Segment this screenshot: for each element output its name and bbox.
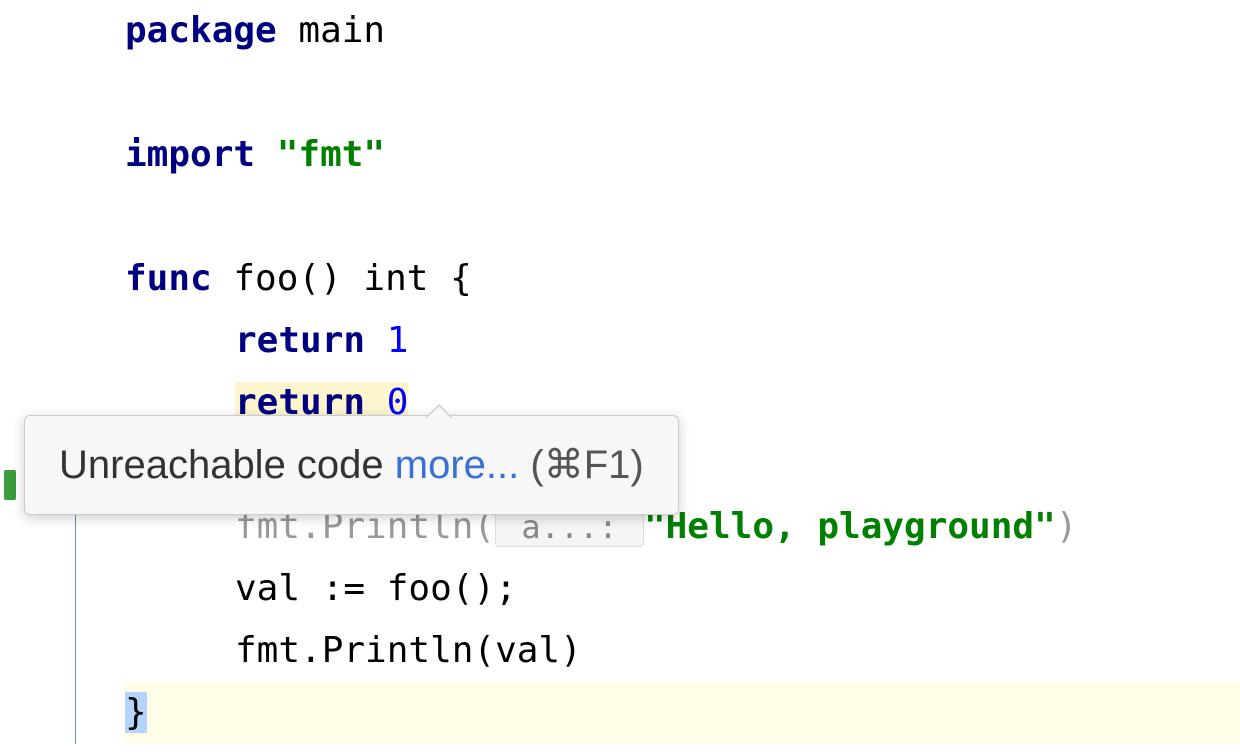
keyword-import: import xyxy=(125,134,255,175)
code-line[interactable]: fmt.Println(val) xyxy=(125,620,1240,682)
code-line[interactable]: package main xyxy=(125,0,1240,62)
code-line-current[interactable]: } xyxy=(125,682,1240,744)
keyword-return: return xyxy=(235,320,365,361)
code-line[interactable]: val := foo(); xyxy=(125,558,1240,620)
string-fmt: "fmt" xyxy=(277,134,385,175)
gutter-change-marker xyxy=(4,470,16,500)
space xyxy=(255,134,277,175)
number-literal: 1 xyxy=(387,320,409,361)
func-signature: foo() int { xyxy=(212,258,472,299)
space xyxy=(365,320,387,361)
identifier-main: main xyxy=(277,10,385,51)
code-line-blank[interactable] xyxy=(125,62,1240,124)
tooltip-message: Unreachable code xyxy=(59,443,395,487)
val-assignment: val := foo(); xyxy=(235,568,517,609)
close-brace-selected: } xyxy=(125,692,147,733)
keyword-package: package xyxy=(125,10,277,51)
code-line-blank[interactable] xyxy=(125,186,1240,248)
gutter-guide xyxy=(75,475,76,744)
keyword-func: func xyxy=(125,258,212,299)
string-hello: "Hello, playground" xyxy=(644,506,1056,547)
code-line[interactable]: import "fmt" xyxy=(125,124,1240,186)
code-line[interactable]: return 1 xyxy=(125,310,1240,372)
code-editor[interactable]: package main import "fmt" func foo() int… xyxy=(0,0,1240,744)
inspection-tooltip[interactable]: Unreachable code more... (⌘F1) xyxy=(24,415,679,515)
code-line[interactable]: func foo() int { xyxy=(125,248,1240,310)
close-paren: ) xyxy=(1056,506,1078,547)
tooltip-shortcut: (⌘F1) xyxy=(519,443,643,487)
tooltip-more-link[interactable]: more... xyxy=(395,443,519,487)
fmt-println-val: fmt.Println(val) xyxy=(235,630,582,671)
